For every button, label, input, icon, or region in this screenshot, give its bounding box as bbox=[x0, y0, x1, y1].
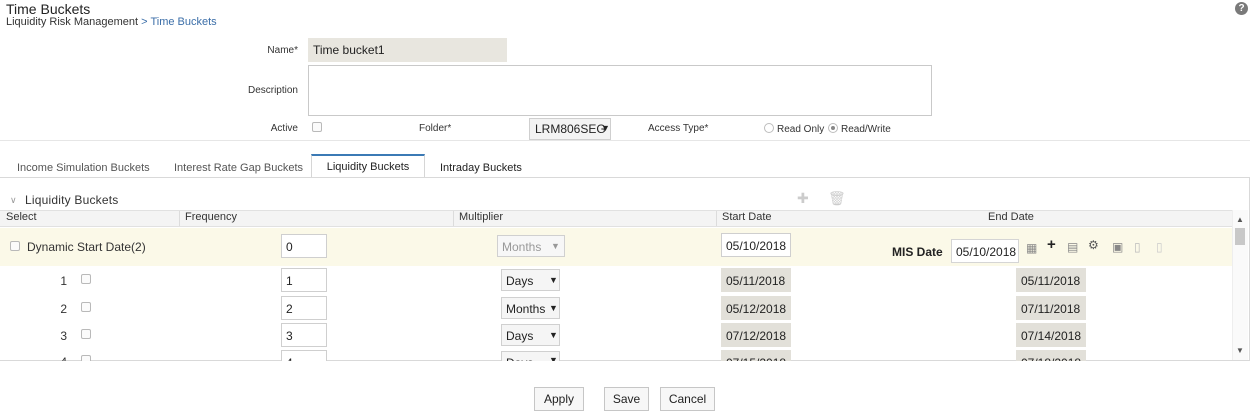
panel-title: Liquidity Buckets bbox=[25, 193, 119, 207]
col-divider bbox=[716, 211, 717, 226]
read-write-radio[interactable] bbox=[828, 123, 838, 133]
name-label: Name* bbox=[267, 45, 298, 56]
frequency-input[interactable]: 1 bbox=[281, 268, 327, 292]
folder-label: Folder* bbox=[419, 123, 452, 134]
frequency-input[interactable]: 3 bbox=[281, 323, 327, 347]
description-label: Description bbox=[247, 85, 298, 96]
image-icon[interactable]: ▣ bbox=[1112, 240, 1123, 254]
dynamic-frequency-input[interactable]: 0 bbox=[281, 234, 327, 258]
cancel-button[interactable]: Cancel bbox=[660, 387, 715, 411]
row-number: 1 bbox=[60, 274, 67, 288]
collapse-chevron-icon[interactable]: ∨ bbox=[10, 195, 17, 206]
row-number: 4 bbox=[55, 355, 67, 361]
chevron-down-icon: ▼ bbox=[549, 330, 558, 340]
row-number: 2 bbox=[60, 302, 67, 316]
col-multiplier: Multiplier bbox=[459, 211, 504, 223]
apply-button[interactable]: Apply bbox=[534, 387, 584, 411]
chevron-down-icon: ▼ bbox=[549, 355, 558, 361]
table-row: 4 4 Days ▼ 07/15/2018 07/18/2018 bbox=[0, 350, 1232, 361]
scrollbar-thumb[interactable] bbox=[1235, 228, 1245, 245]
frequency-input[interactable]: 2 bbox=[281, 296, 327, 320]
start-date-cell: 07/12/2018 bbox=[721, 323, 791, 347]
scroll-up-arrow-icon[interactable]: ▲ bbox=[1236, 215, 1244, 224]
help-icon[interactable]: ? bbox=[1235, 2, 1248, 15]
page-title: Time Buckets bbox=[6, 1, 91, 17]
read-only-label: Read Only bbox=[777, 124, 825, 135]
col-start-date: Start Date bbox=[722, 211, 772, 223]
start-date-cell: 07/15/2018 bbox=[721, 350, 791, 361]
start-date-cell: 05/11/2018 bbox=[721, 268, 791, 292]
row-checkbox[interactable] bbox=[81, 274, 91, 284]
form-divider bbox=[0, 140, 1250, 141]
end-date-cell: 07/14/2018 bbox=[1016, 323, 1086, 347]
row-checkbox[interactable] bbox=[81, 355, 91, 361]
read-only-radio[interactable] bbox=[764, 123, 774, 133]
grid-icon[interactable]: ▤ bbox=[1067, 240, 1078, 254]
row-number: 3 bbox=[60, 329, 67, 343]
add-icon[interactable]: ✚ bbox=[797, 190, 809, 207]
mis-date-label: MIS Date bbox=[892, 245, 943, 259]
breadcrumb-current: Time Buckets bbox=[150, 16, 217, 28]
add-icon[interactable]: + bbox=[1047, 236, 1056, 253]
tab-interest-rate-gap[interactable]: Interest Rate Gap Buckets bbox=[174, 162, 303, 174]
active-checkbox[interactable] bbox=[312, 122, 322, 132]
gears-icon[interactable]: ⚙ bbox=[1088, 238, 1099, 252]
tab-income-simulation[interactable]: Income Simulation Buckets bbox=[17, 162, 150, 174]
active-label: Active bbox=[270, 123, 298, 134]
folder-value: LRM806SEG bbox=[535, 122, 606, 136]
tab-liquidity-buckets[interactable]: Liquidity Buckets bbox=[311, 154, 425, 178]
col-frequency: Frequency bbox=[185, 211, 237, 223]
chevron-down-icon: ▼ bbox=[601, 123, 610, 133]
end-date-cell: 07/18/2018 bbox=[1016, 350, 1086, 361]
description-input[interactable] bbox=[308, 65, 932, 116]
document-icon[interactable]: ▯ bbox=[1134, 240, 1141, 254]
breadcrumb-separator: > bbox=[141, 16, 148, 28]
col-select: Select bbox=[6, 211, 37, 223]
chevron-down-icon: ▼ bbox=[551, 241, 560, 251]
frequency-input[interactable]: 4 bbox=[281, 350, 327, 361]
col-end-date: End Date bbox=[988, 211, 1034, 223]
delete-icon[interactable]: 🗑 bbox=[828, 190, 846, 207]
calendar-icon[interactable]: ▦ bbox=[1026, 241, 1037, 255]
tab-intraday-buckets[interactable]: Intraday Buckets bbox=[440, 162, 522, 174]
save-button[interactable]: Save bbox=[604, 387, 649, 411]
access-type-label: Access Type* bbox=[648, 123, 709, 134]
name-input[interactable] bbox=[308, 38, 507, 62]
row-checkbox[interactable] bbox=[81, 302, 91, 312]
dynamic-start-checkbox[interactable] bbox=[10, 241, 20, 251]
col-divider bbox=[179, 211, 180, 226]
chevron-down-icon: ▼ bbox=[549, 303, 558, 313]
scroll-down-arrow-icon[interactable]: ▼ bbox=[1236, 346, 1244, 355]
breadcrumb: Liquidity Risk Management > Time Buckets bbox=[6, 16, 217, 28]
delete-icon[interactable]: ▯ bbox=[1156, 240, 1163, 254]
row-checkbox[interactable] bbox=[81, 329, 91, 339]
dynamic-start-label: Dynamic Start Date(2) bbox=[27, 240, 146, 254]
read-write-label: Read/Write bbox=[841, 124, 891, 135]
col-divider bbox=[453, 211, 454, 226]
dynamic-start-date-input[interactable]: 05/10/2018 bbox=[721, 233, 791, 257]
breadcrumb-root[interactable]: Liquidity Risk Management bbox=[6, 16, 138, 28]
chevron-down-icon: ▼ bbox=[549, 275, 558, 285]
end-date-cell: 07/11/2018 bbox=[1016, 296, 1086, 320]
end-date-cell: 05/11/2018 bbox=[1016, 268, 1086, 292]
folder-select[interactable]: LRM806SEG bbox=[529, 118, 611, 140]
start-date-cell: 05/12/2018 bbox=[721, 296, 791, 320]
mis-date-input[interactable]: 05/10/2018 bbox=[951, 239, 1019, 263]
